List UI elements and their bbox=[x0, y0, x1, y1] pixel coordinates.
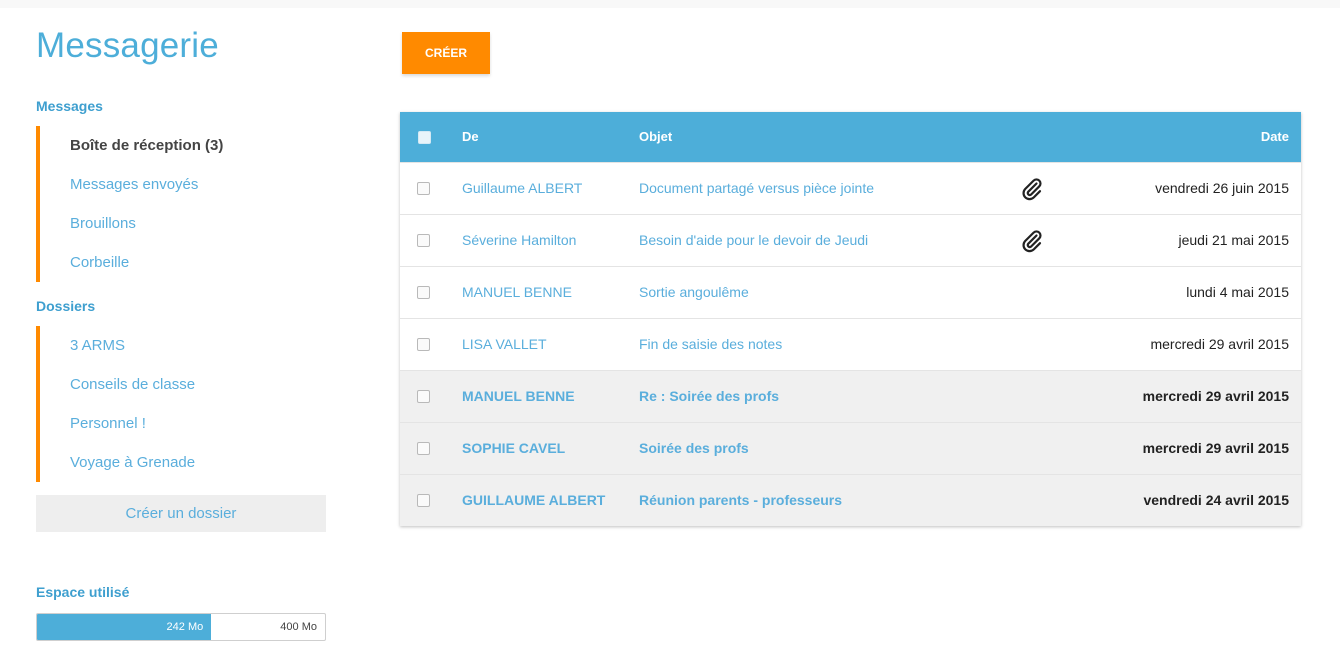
sidebar-item-trash[interactable]: Corbeille bbox=[40, 243, 330, 282]
select-all-checkbox[interactable] bbox=[418, 131, 431, 144]
row-subject[interactable]: Document partagé versus pièce jointe bbox=[639, 163, 874, 214]
column-header-date[interactable]: Date bbox=[1261, 112, 1289, 162]
row-sender[interactable]: SOPHIE CAVEL bbox=[462, 423, 565, 474]
row-date: vendredi 24 avril 2015 bbox=[1143, 492, 1289, 508]
folder-item-3arms[interactable]: 3 ARMS bbox=[40, 326, 330, 365]
row-sender[interactable]: MANUEL BENNE bbox=[462, 371, 575, 422]
table-row[interactable]: GUILLAUME ALBERT Réunion parents - profe… bbox=[400, 474, 1301, 526]
row-checkbox[interactable] bbox=[417, 338, 430, 351]
row-subject[interactable]: Besoin d'aide pour le devoir de Jeudi bbox=[639, 215, 868, 266]
row-subject[interactable]: Fin de saisie des notes bbox=[639, 319, 782, 370]
row-date: mercredi 29 avril 2015 bbox=[1142, 440, 1289, 456]
row-sender[interactable]: Séverine Hamilton bbox=[462, 215, 576, 266]
messages-section-title: Messages bbox=[36, 98, 103, 114]
storage-used-label: 242 Mo bbox=[166, 621, 204, 633]
folder-item-personnel[interactable]: Personnel ! bbox=[40, 404, 330, 443]
table-row[interactable]: MANUEL BENNE Re : Soirée des profs mercr… bbox=[400, 370, 1301, 422]
page-title: Messagerie bbox=[36, 26, 219, 65]
folder-item-voyage[interactable]: Voyage à Grenade bbox=[40, 443, 330, 482]
row-date: vendredi 26 juin 2015 bbox=[1155, 180, 1289, 196]
table-row[interactable]: LISA VALLET Fin de saisie des notes merc… bbox=[400, 318, 1301, 370]
sidebar-item-inbox[interactable]: Boîte de réception (3) bbox=[40, 126, 330, 165]
row-checkbox[interactable] bbox=[417, 182, 430, 195]
row-subject[interactable]: Sortie angoulême bbox=[639, 267, 749, 318]
storage-usage-bar: 242 Mo 400 Mo bbox=[36, 613, 326, 641]
row-subject[interactable]: Réunion parents - professeurs bbox=[639, 475, 842, 526]
table-header: De Objet Date bbox=[400, 112, 1301, 162]
row-sender[interactable]: MANUEL BENNE bbox=[462, 267, 572, 318]
paperclip-icon bbox=[1020, 229, 1044, 253]
row-date: lundi 4 mai 2015 bbox=[1186, 284, 1289, 300]
row-checkbox[interactable] bbox=[417, 234, 430, 247]
messaging-page: Messagerie Messages Boîte de réception (… bbox=[0, 8, 1340, 662]
column-header-subject[interactable]: Objet bbox=[639, 112, 672, 162]
table-row[interactable]: SOPHIE CAVEL Soirée des profs mercredi 2… bbox=[400, 422, 1301, 474]
paperclip-icon bbox=[1020, 177, 1044, 201]
table-row[interactable]: Guillaume ALBERT Document partagé versus… bbox=[400, 162, 1301, 214]
row-date: jeudi 21 mai 2015 bbox=[1178, 232, 1289, 248]
create-message-button[interactable]: CRÉER bbox=[402, 32, 490, 74]
row-date: mercredi 29 avril 2015 bbox=[1150, 336, 1289, 352]
folder-item-conseils[interactable]: Conseils de classe bbox=[40, 365, 330, 404]
row-checkbox[interactable] bbox=[417, 390, 430, 403]
storage-total-label: 400 Mo bbox=[280, 621, 317, 633]
row-subject[interactable]: Re : Soirée des profs bbox=[639, 371, 779, 422]
row-checkbox[interactable] bbox=[417, 494, 430, 507]
row-checkbox[interactable] bbox=[417, 442, 430, 455]
row-date: mercredi 29 avril 2015 bbox=[1142, 388, 1289, 404]
messages-table: De Objet Date Guillaume ALBERT Document … bbox=[400, 112, 1301, 526]
table-row[interactable]: MANUEL BENNE Sortie angoulême lundi 4 ma… bbox=[400, 266, 1301, 318]
row-checkbox[interactable] bbox=[417, 286, 430, 299]
create-folder-button[interactable]: Créer un dossier bbox=[36, 495, 326, 532]
row-subject[interactable]: Soirée des profs bbox=[639, 423, 749, 474]
folders-section-title: Dossiers bbox=[36, 298, 96, 314]
messages-nav: Boîte de réception (3) Messages envoyés … bbox=[36, 126, 330, 282]
table-body: Guillaume ALBERT Document partagé versus… bbox=[400, 162, 1301, 526]
row-sender[interactable]: Guillaume ALBERT bbox=[462, 163, 582, 214]
row-sender[interactable]: GUILLAUME ALBERT bbox=[462, 475, 605, 526]
sidebar-item-sent[interactable]: Messages envoyés bbox=[40, 165, 330, 204]
storage-title: Espace utilisé bbox=[36, 584, 130, 600]
row-sender[interactable]: LISA VALLET bbox=[462, 319, 547, 370]
column-header-from[interactable]: De bbox=[462, 112, 479, 162]
table-row[interactable]: Séverine Hamilton Besoin d'aide pour le … bbox=[400, 214, 1301, 266]
folders-nav: 3 ARMS Conseils de classe Personnel ! Vo… bbox=[36, 326, 330, 482]
sidebar-item-drafts[interactable]: Brouillons bbox=[40, 204, 330, 243]
